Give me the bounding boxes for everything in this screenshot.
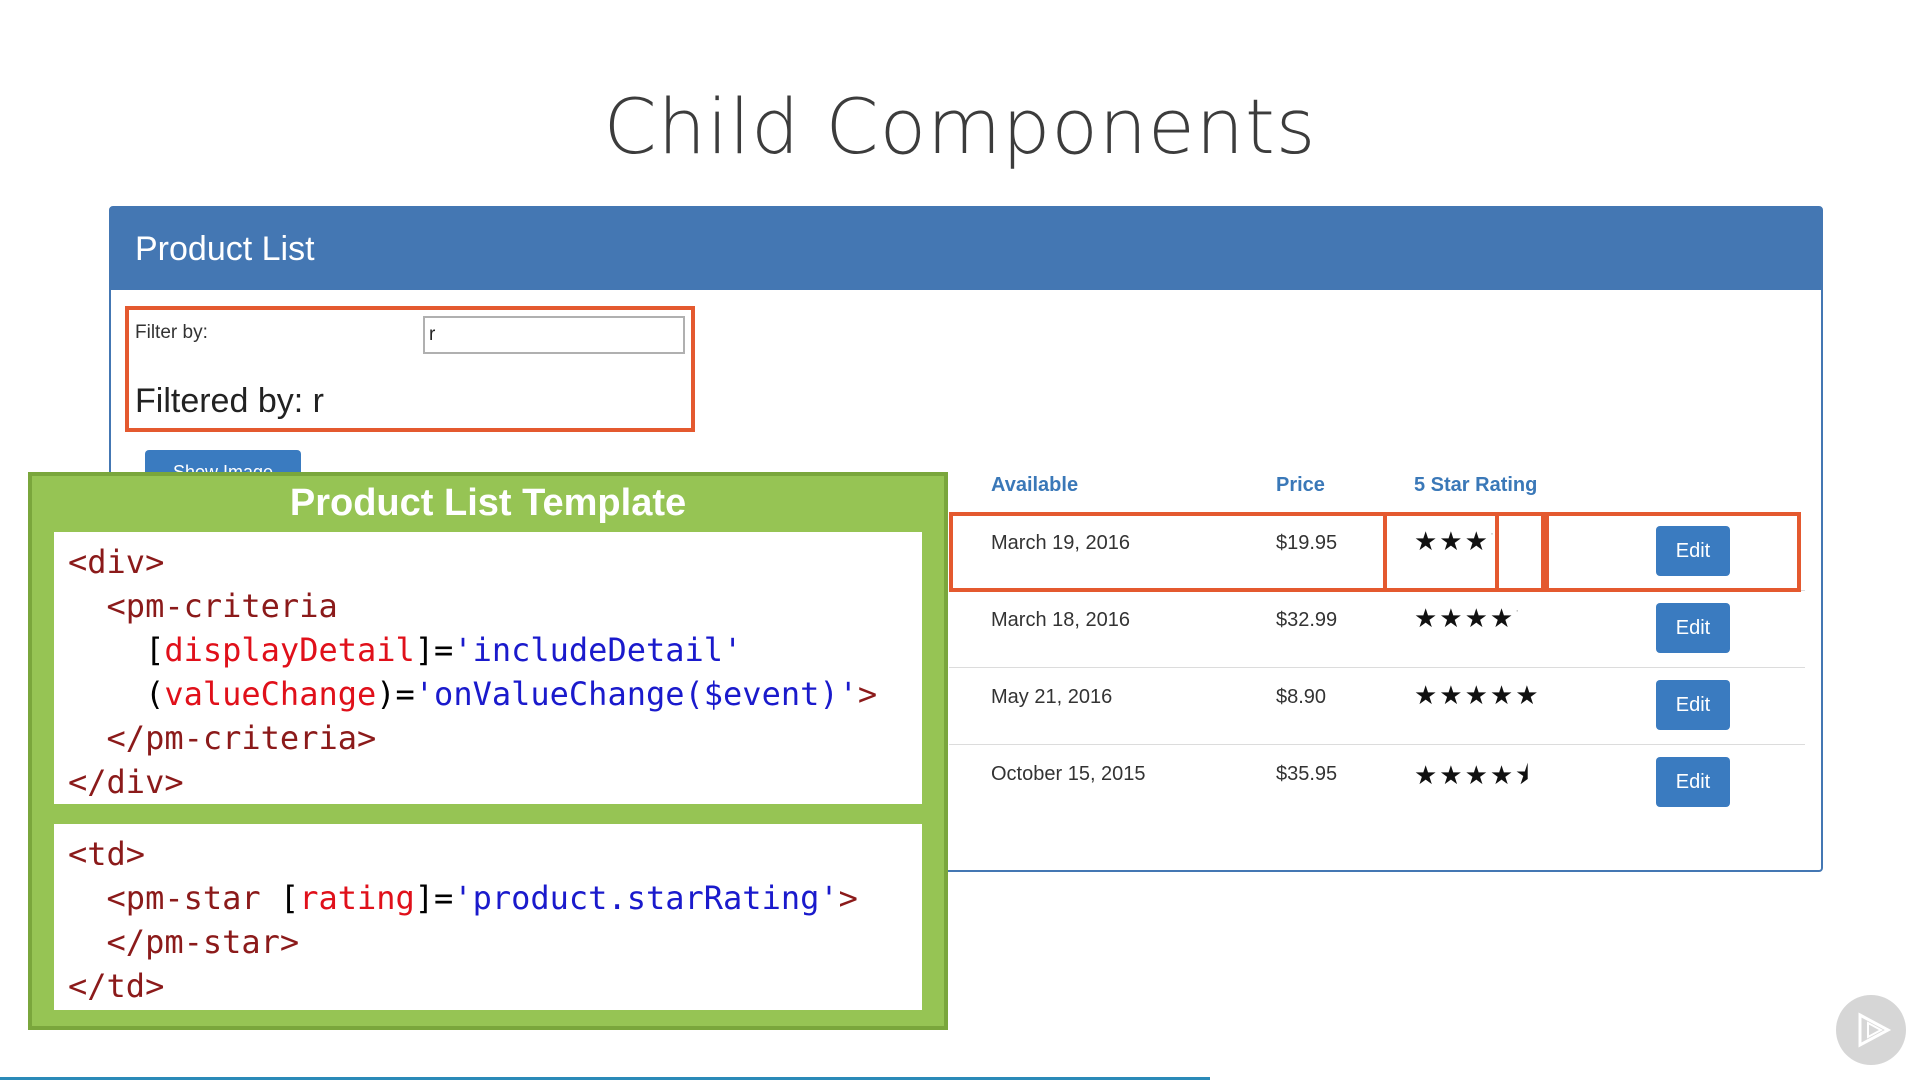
code-fragment: )=	[376, 675, 415, 713]
row3-edit-button[interactable]: Edit	[1656, 680, 1730, 730]
code-block-star: <td> <pm-star [rating]='product.starRati…	[54, 824, 922, 1010]
template-title: Product List Template	[289, 482, 687, 524]
row4-price: $35.95	[1276, 763, 1338, 785]
row4-star-rating: ★★★★⯨	[1414, 760, 1532, 790]
code-attr: displayDetail	[164, 631, 415, 669]
row2-price: $32.99	[1276, 609, 1338, 631]
code-fragment: >	[857, 675, 878, 713]
row2-edit-button[interactable]: Edit	[1656, 603, 1730, 653]
code-value: 'includeDetail'	[453, 631, 743, 669]
row4-edit-button[interactable]: Edit	[1656, 757, 1730, 807]
code-fragment: (	[68, 675, 165, 713]
row4-available: October 15, 2015	[991, 763, 1146, 785]
code-fragment: ]=	[414, 631, 454, 669]
code-line: <td>	[68, 835, 146, 873]
code-value: 'product.starRating'	[453, 879, 839, 917]
code-fragment: <pm-star	[68, 879, 280, 917]
rating-cell-highlight	[1383, 512, 1545, 592]
criteria-highlight: Filter by: Filtered by: r	[125, 306, 695, 432]
code-line: </div>	[68, 763, 184, 801]
code-fragment: [	[68, 631, 165, 669]
code-line: </td>	[68, 967, 165, 1005]
header-available[interactable]: Available	[991, 474, 1078, 497]
row2-available: March 18, 2016	[991, 609, 1130, 631]
row-divider	[949, 667, 1805, 668]
panel-header: Product List	[111, 208, 1821, 290]
star-icons: ★★★★	[1414, 603, 1516, 633]
header-rating[interactable]: 5 Star Rating	[1414, 474, 1537, 497]
code-block-criteria: <div> <pm-criteria [displayDetail]='incl…	[54, 532, 922, 804]
filter-label: Filter by:	[135, 322, 208, 343]
play-icon[interactable]	[1836, 995, 1906, 1065]
code-value: 'onValueChange($event)'	[414, 675, 858, 713]
code-fragment: [	[279, 879, 300, 917]
row2-star-rating: ★★★★·	[1414, 603, 1520, 633]
row3-available: May 21, 2016	[991, 686, 1113, 708]
filtered-by-text: Filtered by: r	[135, 382, 324, 420]
code-line: <pm-criteria	[68, 587, 338, 625]
row3-star-rating: ★★★★★	[1414, 680, 1541, 710]
code-line: </pm-star>	[68, 923, 300, 961]
code-attr: valueChange	[164, 675, 377, 713]
code-fragment: >	[838, 879, 858, 917]
product-list-template-box: Product List Template <div> <pm-criteria…	[28, 472, 948, 1030]
row3-price: $8.90	[1276, 686, 1327, 708]
edit-cell-highlight	[1545, 512, 1801, 592]
code-fragment: ]=	[414, 879, 454, 917]
header-price[interactable]: Price	[1276, 474, 1325, 497]
code-attr: rating	[299, 879, 415, 917]
slide-title: Child Components	[603, 82, 1317, 171]
code-line: </pm-criteria>	[68, 719, 377, 757]
code-line: <div>	[68, 543, 165, 581]
filter-input[interactable]	[423, 316, 685, 354]
row-divider	[949, 744, 1805, 745]
